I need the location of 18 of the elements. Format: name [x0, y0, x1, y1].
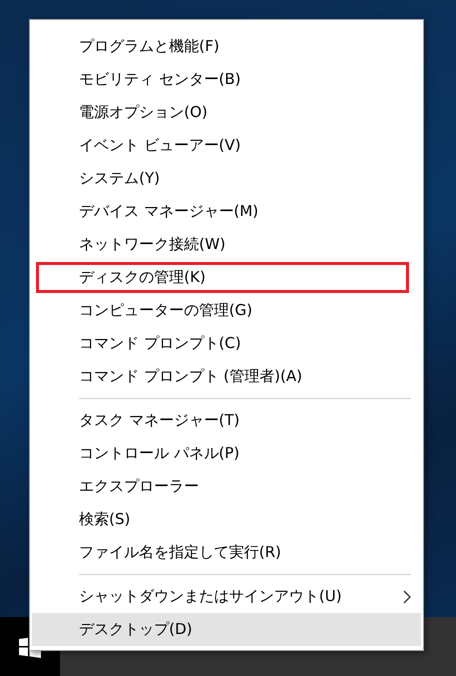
menu-item[interactable]: ネットワーク接続(W): [32, 228, 421, 261]
menu-item[interactable]: タスク マネージャー(T): [32, 404, 421, 437]
menu-item[interactable]: ディスクの管理(K): [32, 261, 421, 294]
menu-item[interactable]: デスクトップ(D): [32, 613, 421, 646]
menu-item[interactable]: プログラムと機能(F): [32, 30, 421, 63]
menu-item[interactable]: コマンド プロンプト(C): [32, 327, 421, 360]
menu-item[interactable]: 検索(S): [32, 503, 421, 536]
menu-item[interactable]: シャットダウンまたはサインアウト(U): [32, 580, 421, 613]
menu-item[interactable]: デバイス マネージャー(M): [32, 195, 421, 228]
menu-item[interactable]: 電源オプション(O): [32, 96, 421, 129]
menu-item[interactable]: ファイル名を指定して実行(R): [32, 536, 421, 569]
menu-item[interactable]: イベント ビューアー(V): [32, 129, 421, 162]
menu-item[interactable]: モビリティ センター(B): [32, 63, 421, 96]
menu-item[interactable]: コマンド プロンプト (管理者)(A): [32, 360, 421, 393]
menu-item[interactable]: コンピューターの管理(G): [32, 294, 421, 327]
menu-item[interactable]: コントロール パネル(P): [32, 437, 421, 470]
menu-item[interactable]: システム(Y): [32, 162, 421, 195]
menu-item[interactable]: エクスプローラー: [32, 470, 421, 503]
